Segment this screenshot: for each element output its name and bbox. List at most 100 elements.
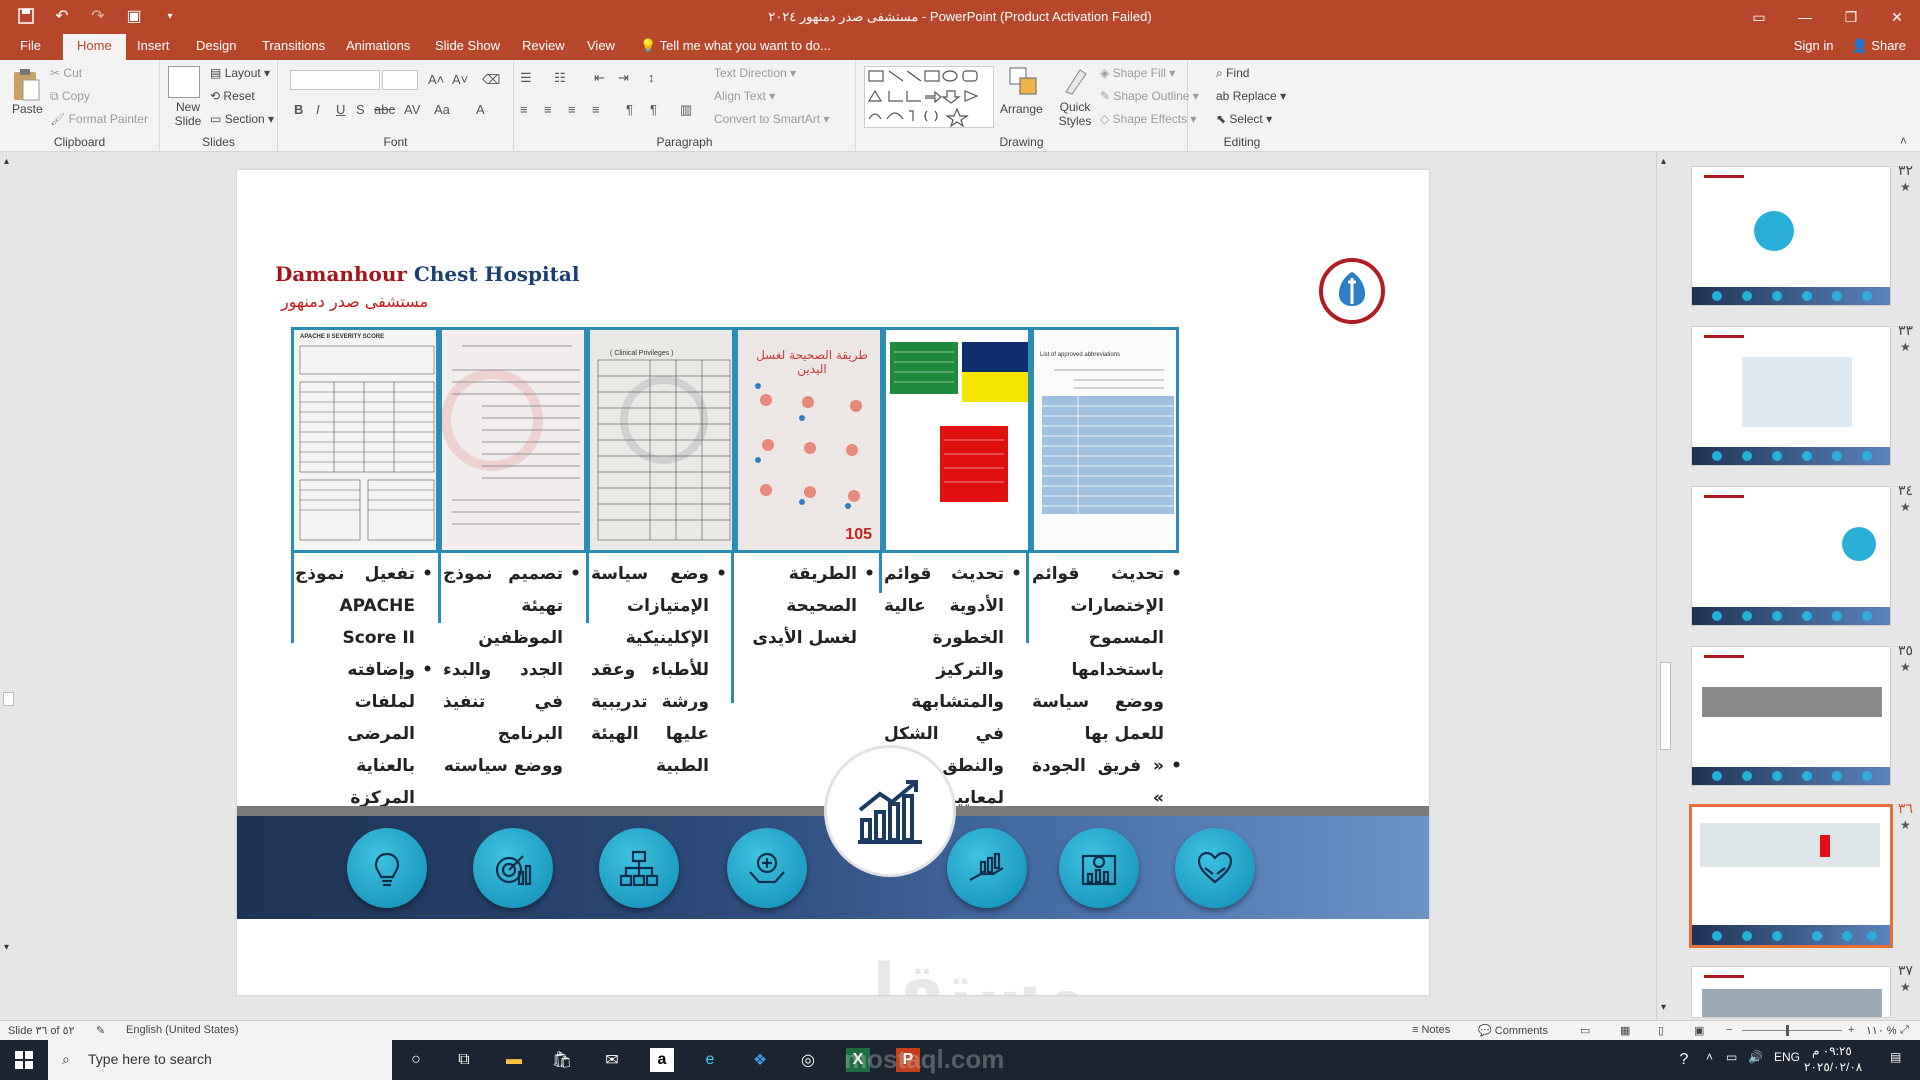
tab-transitions[interactable]: Transitions [262,38,325,53]
new-slide-button[interactable]: New Slide [170,100,206,128]
dropbox-icon[interactable]: ❖ [748,1048,772,1072]
reset-button[interactable]: ⟲ Reset [210,89,255,103]
shape-fill-button[interactable]: ◈ Shape Fill ▾ [1100,66,1175,80]
comments-button[interactable]: 💬 Comments [1478,1024,1548,1037]
normal-view-icon[interactable]: ▭ [1580,1024,1590,1037]
tab-review[interactable]: Review [522,38,565,53]
edge-icon[interactable]: e [698,1048,722,1072]
font-size-combo[interactable] [382,70,418,90]
find-button[interactable]: ⌕ Find [1216,66,1249,81]
scroll-up-icon[interactable]: ▴ [1661,156,1666,167]
align-left-icon[interactable]: ≡ [520,102,528,117]
target-growth-icon[interactable] [473,828,553,908]
scroll-down-icon[interactable]: ▾ [1661,1002,1666,1013]
tab-design[interactable]: Design [196,38,236,53]
tray-chevron-icon[interactable]: ˄ [1706,1050,1713,1064]
volume-icon[interactable]: 🔊 [1748,1050,1763,1064]
select-button[interactable]: ⬉ Select ▾ [1216,112,1272,126]
strikethrough-icon[interactable]: abc [374,102,395,117]
language-tray[interactable]: ENG [1774,1050,1800,1064]
slide-thumbnail[interactable] [1691,166,1891,306]
character-spacing-icon[interactable]: AV [404,102,420,117]
grow-font-icon[interactable]: A˄ [428,72,444,87]
shape-outline-button[interactable]: ✎ Shape Outline ▾ [1100,89,1199,103]
sign-in-link[interactable]: Sign in [1794,38,1834,54]
shrink-font-icon[interactable]: A˅ [452,72,468,87]
heart-hands-icon[interactable] [1175,828,1255,908]
arrange-button[interactable]: Arrange [1000,102,1043,116]
underline-icon[interactable]: U [336,102,345,117]
cut-button[interactable]: ✂ Cut [50,66,82,80]
shapes-gallery[interactable] [864,66,994,128]
slide-scrollbar[interactable]: ▴ ▾ [1656,152,1674,1020]
scroll-down-icon[interactable]: ▾ [4,942,9,953]
slide-thumbnail[interactable] [1691,646,1891,786]
arrange-icon[interactable] [1008,66,1040,98]
notes-button[interactable]: ≡ Notes [1412,1024,1450,1036]
line-spacing-icon[interactable]: ↕ [648,70,655,85]
share-button[interactable]: 👤 Share [1851,38,1906,54]
app-icon[interactable]: ◎ [796,1048,820,1072]
tab-home[interactable]: Home [63,34,126,60]
tab-insert[interactable]: Insert [137,38,170,53]
ribbon-display-options-icon[interactable]: ▭ [1736,0,1782,34]
store-icon[interactable]: 🛍 [550,1048,574,1072]
language-indicator[interactable]: English (United States) [126,1024,239,1036]
italic-icon[interactable]: I [316,102,320,117]
tab-file[interactable]: File [20,38,41,53]
tab-view[interactable]: View [587,38,615,53]
scroll-up-icon[interactable]: ▴ [4,156,9,167]
font-name-combo[interactable] [290,70,380,90]
columns-icon[interactable]: ▥ [680,102,692,118]
network-icon[interactable]: ▭ [1726,1050,1737,1064]
zoom-out-icon[interactable]: − [1726,1024,1732,1036]
clock-date[interactable]: ٢٠٢٥/٠٢/٠٨ [1804,1060,1862,1074]
quick-styles-icon[interactable] [1060,66,1092,98]
format-painter-button[interactable]: 🖌 Format Painter [50,112,148,126]
close-button[interactable]: ✕ [1874,0,1920,34]
minimize-button[interactable]: — [1782,0,1828,34]
slide-thumbnail[interactable] [1691,486,1891,626]
amazon-icon[interactable]: a [650,1048,674,1072]
zoom-level[interactable]: ١١٠ % [1866,1024,1897,1037]
slide-canvas[interactable]: Damanhour Chest Hospital مستشفى صدر دمنه… [237,170,1429,995]
copy-button[interactable]: ⧉ Copy [50,89,90,104]
tab-slide-show[interactable]: Slide Show [435,38,500,53]
fit-slide-icon[interactable]: ⤢ [1900,1024,1909,1037]
text-direction-button[interactable]: Text Direction ▾ [714,66,796,80]
slide-thumbnail[interactable] [1691,966,1891,1018]
growth-chart-icon[interactable] [824,745,956,877]
zoom-in-icon[interactable]: + [1848,1024,1854,1036]
left-scroll-thumb[interactable] [3,692,14,706]
clinical-privileges-image[interactable]: ( Clinical Privileges ) [587,327,735,553]
apache-form-image[interactable]: APACHE II SEVERITY SCORE [291,327,439,553]
align-right-icon[interactable]: ≡ [568,102,576,117]
tell-me-search[interactable]: 💡 Tell me what you want to do... [640,38,831,54]
tab-animations[interactable]: Animations [346,38,410,53]
notifications-icon[interactable]: ▤ [1890,1050,1901,1064]
orientation-form-image[interactable] [439,327,587,553]
layout-button[interactable]: ▤ Layout ▾ [210,66,270,80]
shadow-icon[interactable]: S [356,102,365,117]
replace-button[interactable]: ab Replace ▾ [1216,89,1286,103]
windows-start-icon[interactable] [12,1048,36,1072]
file-explorer-icon[interactable]: ▬ [502,1048,526,1072]
clock-time[interactable]: ٠٩:٢٥ م [1812,1044,1852,1058]
section-button[interactable]: ▭ Section ▾ [210,112,274,126]
lightbulb-icon[interactable] [347,828,427,908]
center-icon[interactable]: ≡ [544,102,552,117]
change-case-icon[interactable]: Aa [434,102,450,117]
slide-sorter-icon[interactable]: ▦ [1620,1024,1630,1037]
healthcare-hand-icon[interactable] [727,828,807,908]
bullets-icon[interactable]: ☰ [520,70,532,86]
shape-effects-button[interactable]: ◇ Shape Effects ▾ [1100,112,1196,126]
numbering-icon[interactable]: ☷ [554,70,566,86]
spell-check-icon[interactable]: ✎ [96,1024,105,1037]
maximize-button[interactable]: ❐ [1828,0,1874,34]
slide-thumbnail-active[interactable] [1689,804,1893,948]
bold-icon[interactable]: B [294,102,303,117]
increase-indent-icon[interactable]: ⇥ [618,70,629,86]
zoom-slider[interactable] [1742,1030,1842,1031]
justify-icon[interactable]: ≡ [592,102,600,117]
quick-styles-button[interactable]: Quick Styles [1058,100,1092,128]
